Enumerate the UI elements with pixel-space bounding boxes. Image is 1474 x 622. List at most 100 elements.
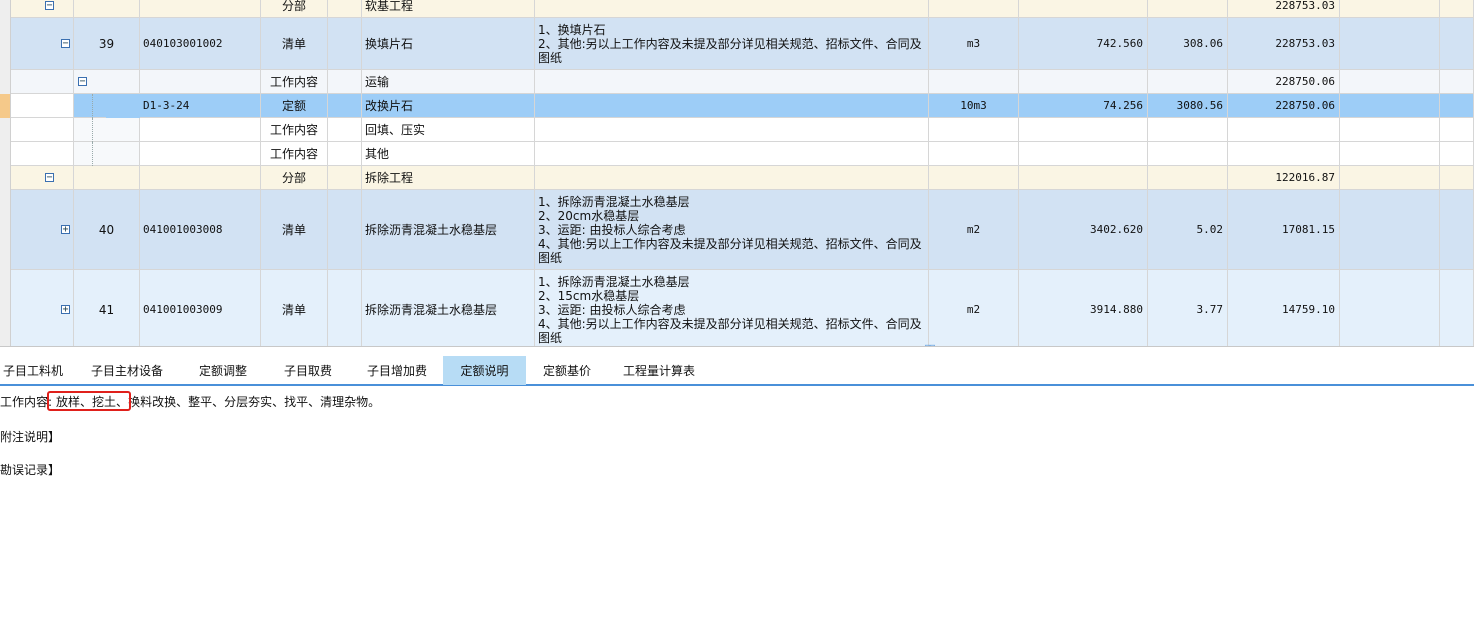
- empty-cell: [1440, 70, 1474, 94]
- tab-4[interactable]: 子目取费: [270, 356, 346, 385]
- table-row[interactable]: 工作内容 运输 228750.06 −: [0, 70, 1474, 94]
- name-cell: 回填、压实: [362, 118, 535, 142]
- tree-connector-line: [92, 118, 93, 142]
- work-content-rest-text: 换料改换、整平、分层夯实、找平、清理杂物。: [128, 395, 381, 409]
- empty-cell: [535, 94, 929, 118]
- desc-cell: 1、换填片石 2、其他:另以上工作内容及未提及部分详见相关规范、招标文件、合同及…: [535, 18, 929, 70]
- qty-cell: 742.560: [1019, 18, 1148, 70]
- detail-content-panel: 工作内容: 放样、挖土、换料改换、整平、分层夯实、找平、清理杂物。 附注说明】 勘…: [0, 386, 1474, 622]
- tab-6[interactable]: 定额说明: [443, 356, 526, 385]
- empty-cell: [140, 166, 261, 190]
- table-row[interactable]: 40 041001003008 清单 拆除沥青混凝土水稳基层 1、拆除沥青混凝土水稳基层…: [0, 190, 1474, 270]
- collapse-icon[interactable]: −: [45, 1, 54, 11]
- empty-cell: [1019, 166, 1148, 190]
- note-heading: 附注说明】: [0, 430, 61, 444]
- tab-3[interactable]: 定额调整: [187, 356, 259, 385]
- row-header-strip: [0, 0, 11, 346]
- table-row[interactable]: 工作内容 其他: [0, 142, 1474, 166]
- table-row[interactable]: 41 041001003009 清单 拆除沥青混凝土水稳基层 1、拆除沥青混凝土水稳基层…: [0, 270, 1474, 346]
- tab-7[interactable]: 定额基价: [530, 356, 604, 385]
- empty-cell: [1440, 142, 1474, 166]
- unit-cell: m3: [929, 18, 1019, 70]
- detail-tab-bar: 子目工料机 子目主材设备 定额调整 子目取费 子目增加费 定额说明 定额基价 工程量计算表: [0, 346, 1474, 386]
- selected-row-tree-fill: [106, 94, 140, 118]
- empty-cell: [1440, 118, 1474, 142]
- tree-connector-line: [92, 142, 93, 166]
- empty-cell: [535, 70, 929, 94]
- total-cell: 228750.06: [1228, 94, 1340, 118]
- qty-cell: 3914.880: [1019, 270, 1148, 346]
- total-cell: 122016.87: [1228, 166, 1340, 190]
- empty-cell: [929, 166, 1019, 190]
- work-content-label: 工作内容:: [0, 395, 53, 409]
- type-cell: 清单: [261, 18, 328, 70]
- empty-cell: [1340, 166, 1440, 190]
- table-row[interactable]: 分部 拆除工程 122016.87 −: [0, 166, 1474, 190]
- tab-8[interactable]: 工程量计算表: [611, 356, 707, 385]
- table-row[interactable]: 工作内容 回填、压实: [0, 118, 1474, 142]
- empty-cell: [929, 0, 1019, 18]
- empty-cell: [1228, 118, 1340, 142]
- no-cell: 39: [74, 18, 140, 70]
- table-row[interactable]: 39 040103001002 清单 换填片石 1、换填片石 2、其他:另以上工作内容及…: [0, 18, 1474, 70]
- name-cell: 运输: [362, 70, 535, 94]
- desc-cell: 1、拆除沥青混凝土水稳基层 2、15cm水稳基层 3、运距: 由投标人综合考虑 …: [535, 270, 929, 346]
- collapse-icon[interactable]: −: [61, 39, 70, 49]
- empty-cell: [1440, 270, 1474, 346]
- empty-cell: [1148, 70, 1228, 94]
- qty-cell: 3402.620: [1019, 190, 1148, 270]
- empty-cell: [1019, 142, 1148, 166]
- empty-cell: [1440, 190, 1474, 270]
- empty-cell: [74, 142, 140, 166]
- name-cell: 拆除沥青混凝土水稳基层: [362, 190, 535, 270]
- total-cell: 14759.10: [1228, 270, 1340, 346]
- total-cell: 228750.06: [1228, 70, 1340, 94]
- empty-cell: [328, 190, 362, 270]
- price-cell: 5.02: [1148, 190, 1228, 270]
- empty-cell: [1440, 166, 1474, 190]
- tree-connector-line: [92, 94, 93, 118]
- price-cell: 3.77: [1148, 270, 1228, 346]
- type-cell: 工作内容: [261, 142, 328, 166]
- empty-cell: [1340, 0, 1440, 18]
- unit-cell: m2: [929, 270, 1019, 346]
- name-cell: 拆除工程: [362, 166, 535, 190]
- empty-cell: [10, 142, 74, 166]
- empty-cell: [10, 94, 74, 118]
- empty-cell: [74, 0, 140, 18]
- unit-cell: m2: [929, 190, 1019, 270]
- table-row[interactable]: D1-3-24 定额 改换片石 10m3 74.256 3080.56 228750.06: [0, 94, 1474, 118]
- empty-cell: [1340, 70, 1440, 94]
- name-cell: 软基工程: [362, 0, 535, 18]
- empty-cell: [1148, 0, 1228, 18]
- type-cell: 定额: [261, 94, 328, 118]
- expand-icon[interactable]: +: [61, 305, 70, 315]
- empty-cell: [535, 118, 929, 142]
- collapse-icon[interactable]: −: [45, 173, 54, 183]
- empty-cell: [1019, 0, 1148, 18]
- desc-cell: 1、拆除沥青混凝土水稳基层 2、20cm水稳基层 3、运距: 由投标人综合考虑 …: [535, 190, 929, 270]
- bill-grid[interactable]: 分部 软基工程 228753.03−39 040103001002 清单 换填片石 1、换填…: [0, 0, 1474, 346]
- empty-cell: [328, 118, 362, 142]
- empty-cell: [535, 142, 929, 166]
- empty-cell: [1340, 94, 1440, 118]
- expand-icon[interactable]: +: [61, 225, 70, 235]
- collapse-icon[interactable]: −: [78, 77, 87, 87]
- highlight-box: [47, 391, 131, 411]
- empty-cell: [1440, 0, 1474, 18]
- price-cell: 308.06: [1148, 18, 1228, 70]
- type-cell: 工作内容: [261, 70, 328, 94]
- type-cell: 清单: [261, 190, 328, 270]
- empty-cell: [140, 142, 261, 166]
- empty-cell: [1019, 70, 1148, 94]
- empty-cell: [328, 270, 362, 346]
- empty-cell: [328, 18, 362, 70]
- current-row-marker: [0, 94, 10, 118]
- empty-cell: [10, 118, 74, 142]
- tab-5[interactable]: 子目增加费: [354, 356, 440, 385]
- table-row[interactable]: 分部 软基工程 228753.03 −: [0, 0, 1474, 18]
- empty-cell: [929, 70, 1019, 94]
- tab-2[interactable]: 子目主材设备: [77, 356, 177, 385]
- tab-1[interactable]: 子目工料机: [0, 356, 66, 385]
- no-cell: 40: [74, 190, 140, 270]
